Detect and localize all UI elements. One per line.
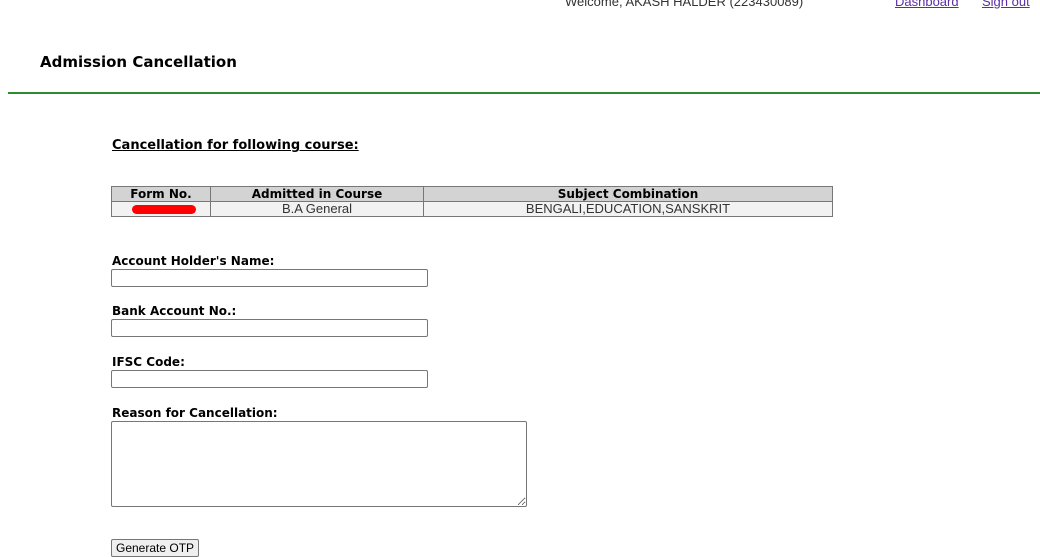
- reason-textarea[interactable]: [111, 421, 527, 507]
- generate-otp-button[interactable]: Generate OTP: [111, 539, 200, 557]
- course-table: Form No. Admitted in Course Subject Comb…: [111, 186, 833, 217]
- dashboard-link[interactable]: Dashboard: [895, 0, 959, 9]
- form-no-cell: [111, 201, 211, 217]
- top-bar: Welcome, AKASH HALDER (223430089) Dashbo…: [0, 0, 1040, 12]
- redaction-mark: [132, 205, 196, 215]
- course-cell: B.A General: [210, 201, 424, 217]
- subjects-cell: BENGALI,EDUCATION,SANSKRIT: [423, 201, 833, 217]
- bank-account-label: Bank Account No.:: [112, 304, 237, 318]
- column-header-form-no: Form No.: [111, 186, 211, 202]
- ifsc-input[interactable]: [111, 370, 428, 388]
- header-divider: [8, 92, 1040, 94]
- sign-out-link[interactable]: Sign out: [982, 0, 1030, 9]
- column-header-course: Admitted in Course: [210, 186, 424, 202]
- welcome-text: Welcome, AKASH HALDER (223430089): [565, 0, 804, 9]
- page-title: Admission Cancellation: [40, 53, 237, 71]
- table-header-row: Form No. Admitted in Course Subject Comb…: [111, 186, 833, 202]
- bank-account-input[interactable]: [111, 319, 428, 337]
- ifsc-label: IFSC Code:: [112, 355, 185, 369]
- table-row: B.A General BENGALI,EDUCATION,SANSKRIT: [111, 201, 833, 217]
- account-holder-label: Account Holder's Name:: [112, 254, 275, 268]
- cancellation-heading: Cancellation for following course:: [112, 138, 359, 153]
- reason-label: Reason for Cancellation:: [112, 406, 278, 420]
- column-header-subjects: Subject Combination: [423, 186, 833, 202]
- account-holder-input[interactable]: [111, 269, 428, 287]
